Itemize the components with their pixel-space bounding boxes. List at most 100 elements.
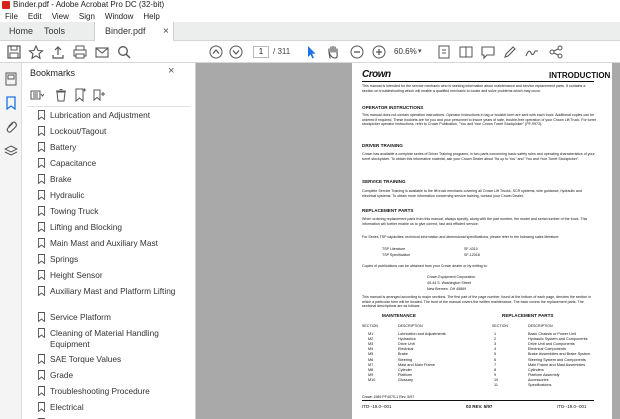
tab-tools[interactable]: Tools bbox=[44, 22, 65, 41]
attachments-icon[interactable] bbox=[4, 120, 18, 134]
document-viewport[interactable]: Crown INTRODUCTION This manual is intend… bbox=[196, 63, 620, 419]
page-thumbnails-icon[interactable] bbox=[4, 72, 18, 86]
bookmark-ribbon-icon bbox=[38, 142, 45, 153]
menu-help[interactable]: Help bbox=[143, 11, 159, 22]
delete-bookmark-icon[interactable] bbox=[54, 88, 68, 102]
share-icon[interactable] bbox=[548, 44, 564, 60]
operator-heading: OPERATOR INSTRUCTIONS bbox=[362, 105, 424, 110]
maintenance-heading: MAINTENANCE bbox=[382, 313, 416, 318]
bookmark-ribbon-icon bbox=[38, 386, 45, 397]
hand-tool-icon[interactable] bbox=[325, 44, 341, 60]
fit-page-icon[interactable] bbox=[436, 44, 452, 60]
crown-logo: Crown bbox=[362, 69, 391, 80]
tab-document[interactable]: Binder.pdf bbox=[94, 22, 174, 41]
literature-code-1: SF-4310 bbox=[464, 247, 478, 251]
expand-bookmark-icon[interactable] bbox=[92, 88, 106, 102]
page-number-input[interactable]: 1 bbox=[253, 46, 269, 58]
maint-section-cell: M10 bbox=[368, 377, 376, 382]
bookmark-label: Lubrication and Adjustment bbox=[50, 110, 151, 120]
search-icon[interactable] bbox=[116, 44, 132, 60]
zoom-dropdown-icon[interactable]: ▾ bbox=[418, 46, 422, 58]
bookmark-label: Lifting and Blocking bbox=[50, 222, 122, 232]
bookmark-ribbon-icon bbox=[38, 158, 45, 169]
bookmark-ribbon-icon bbox=[38, 110, 45, 121]
parts-paragraph-2: For Series TSP capacities, technical inf… bbox=[362, 235, 560, 239]
bookmark-label: Service Platform bbox=[50, 312, 111, 322]
bookmark-label: Battery bbox=[50, 142, 77, 152]
bookmark-label: Electrical bbox=[50, 402, 84, 412]
select-cursor-icon[interactable] bbox=[303, 44, 319, 60]
bookmark-label: Brake bbox=[50, 174, 72, 184]
literature-code-2: SF-12018 bbox=[464, 253, 480, 257]
parts-section-col: SECTION bbox=[492, 324, 508, 328]
options-menu-icon[interactable] bbox=[30, 88, 44, 102]
email-icon[interactable] bbox=[94, 44, 110, 60]
comment-icon[interactable] bbox=[480, 44, 496, 60]
toolbar: 1 / 311 60.6% ▾ bbox=[0, 41, 620, 63]
parts-paragraph: When ordering replacement parts from thi… bbox=[362, 217, 588, 226]
menu-bar: File Edit View Sign Window Help bbox=[0, 11, 620, 22]
bookmark-label: Towing Truck bbox=[50, 206, 99, 216]
menu-file[interactable]: File bbox=[5, 11, 18, 22]
print-icon[interactable] bbox=[72, 44, 88, 60]
address-line-3: New Bremen, OH 45869 bbox=[427, 287, 467, 291]
replacement-parts-heading: REPLACEMENT PARTS bbox=[502, 313, 554, 318]
zoom-level[interactable]: 60.6% bbox=[394, 46, 417, 58]
bookmark-ribbon-icon bbox=[38, 370, 45, 381]
bookmark-ribbon-icon bbox=[38, 206, 45, 217]
address-line-2: 40-44 S. Washington Street bbox=[427, 281, 472, 285]
bookmark-ribbon-icon bbox=[38, 190, 45, 201]
parts-description-cell: Specifications bbox=[528, 383, 552, 387]
maint-description-cell: Glossary bbox=[398, 377, 413, 382]
tab-close-icon[interactable]: × bbox=[163, 22, 169, 41]
page-display-icon[interactable] bbox=[458, 44, 474, 60]
upload-icon[interactable] bbox=[50, 44, 66, 60]
maint-section-col: SECTION bbox=[362, 324, 378, 328]
next-page-icon[interactable] bbox=[228, 44, 244, 60]
literature-name-2: TSP Specification bbox=[382, 253, 411, 257]
arrangement-paragraph: This manual is arranged according to maj… bbox=[362, 295, 592, 309]
bookmark-star-icon[interactable] bbox=[28, 44, 44, 60]
literature-name-1: TSP Literature bbox=[382, 247, 406, 251]
parts-section-cell: 11 bbox=[494, 383, 498, 387]
bookmark-ribbon-icon bbox=[38, 174, 45, 185]
page-total: / 311 bbox=[273, 47, 291, 56]
footer-right: ITD--19.0--001 bbox=[557, 404, 587, 409]
bookmark-label: Auxiliary Mast and Platform Lifting bbox=[50, 286, 176, 296]
tab-home[interactable]: Home bbox=[9, 22, 33, 41]
sign-icon[interactable] bbox=[524, 44, 540, 60]
bookmark-label: Grade bbox=[50, 370, 74, 380]
service-paragraph: Complete Service Training is available t… bbox=[362, 189, 582, 198]
maint-description-col: DESCRIPTION bbox=[398, 324, 423, 328]
layers-icon[interactable] bbox=[4, 144, 18, 158]
address-line-1: Crown Equipment Corporation bbox=[427, 275, 476, 279]
bookmark-label: Capacitance bbox=[50, 158, 97, 168]
navigation-rail bbox=[0, 63, 22, 419]
highlight-pen-icon[interactable] bbox=[502, 44, 518, 60]
bookmarks-panel-icon[interactable] bbox=[4, 96, 18, 110]
service-heading: SERVICE TRAINING bbox=[362, 179, 406, 184]
panel-close-icon[interactable]: × bbox=[168, 65, 174, 77]
zoom-out-icon[interactable] bbox=[349, 44, 365, 60]
menu-window[interactable]: Window bbox=[105, 11, 133, 22]
save-icon[interactable] bbox=[6, 44, 22, 60]
tab-document-label: Binder.pdf bbox=[105, 26, 146, 36]
driver-paragraph: Crown has available a complete series of… bbox=[362, 152, 595, 161]
bookmark-ribbon-icon bbox=[38, 270, 45, 281]
zoom-in-icon[interactable] bbox=[371, 44, 387, 60]
parts-heading: REPLACEMENT PARTS bbox=[362, 208, 414, 213]
window-title: Binder.pdf - Adobe Acrobat Pro DC (32-bi… bbox=[13, 0, 165, 9]
pdf-page: Crown INTRODUCTION This manual is intend… bbox=[352, 63, 612, 419]
bookmark-ribbon-icon bbox=[38, 312, 45, 323]
menu-edit[interactable]: Edit bbox=[28, 11, 42, 22]
menu-view[interactable]: View bbox=[52, 11, 69, 22]
menu-sign[interactable]: Sign bbox=[79, 11, 95, 22]
previous-page-icon[interactable] bbox=[208, 44, 224, 60]
tab-bar: Home Tools Binder.pdf × bbox=[0, 22, 620, 41]
page-heading: INTRODUCTION bbox=[549, 71, 611, 80]
bookmark-ribbon-icon bbox=[38, 126, 45, 137]
new-bookmark-icon[interactable] bbox=[73, 88, 87, 102]
acrobat-logo-icon bbox=[2, 1, 10, 9]
bookmark-label: Hydraulic bbox=[50, 190, 85, 200]
bookmark-label: Cleaning of Material Handling Equipment bbox=[50, 328, 159, 349]
